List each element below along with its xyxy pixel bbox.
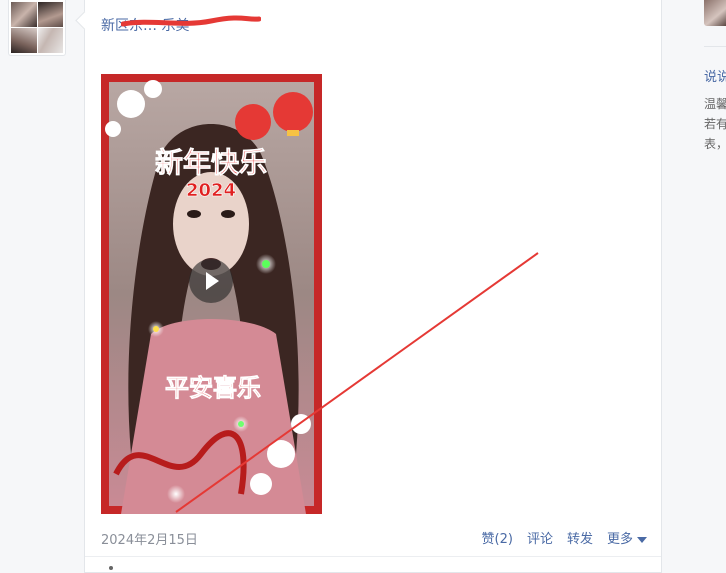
sidebar-text-line: 表，: [704, 137, 726, 151]
right-sidebar: 说说 温馨 若有 表，: [700, 0, 726, 573]
feed-page: 新区东… 乐美 新年快乐 2024 平安喜乐 2024年2月15日 赞(2) 评…: [0, 0, 726, 573]
annotation-arrow: [175, 252, 539, 513]
sidebar-divider: [704, 46, 726, 47]
sidebar-text-line: 若有: [704, 117, 726, 131]
sidebar-text-line: 温馨: [704, 97, 726, 111]
sidebar-heading[interactable]: 说说: [704, 66, 726, 85]
sidebar-avatar[interactable]: [704, 0, 726, 26]
